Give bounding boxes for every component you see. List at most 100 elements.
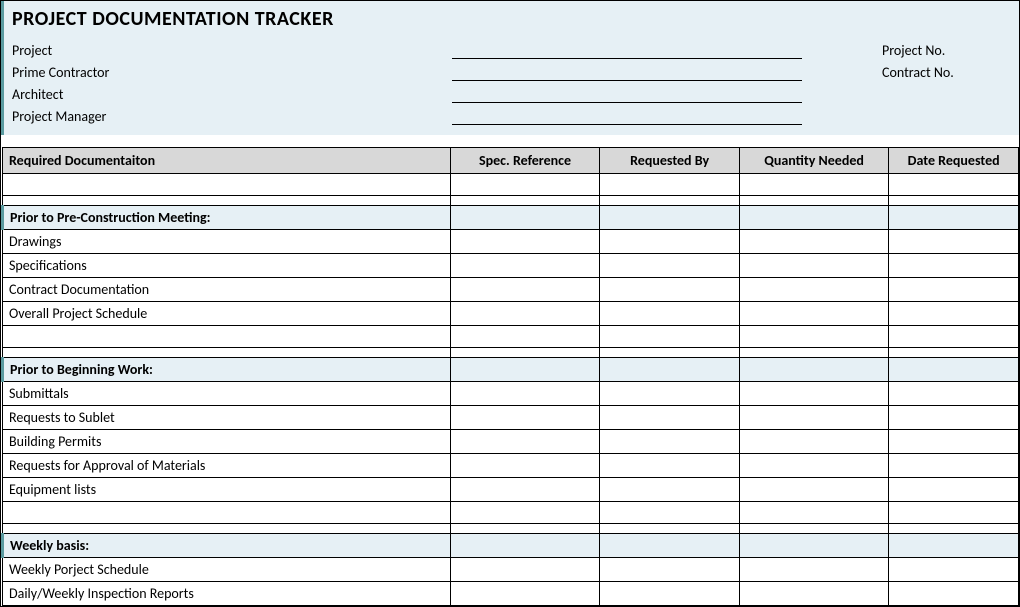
data-cell[interactable]	[739, 230, 888, 254]
documentation-table: Required Documentaiton Spec. Reference R…	[1, 147, 1019, 606]
section-header-row: Prior to Pre-Construction Meeting:	[3, 206, 1019, 230]
doc-name-cell[interactable]: Submittals	[3, 382, 451, 406]
data-cell[interactable]	[600, 430, 740, 454]
empty-cell[interactable]	[600, 174, 740, 196]
table-row: Requests for Approval of Materials	[3, 454, 1019, 478]
doc-name-cell[interactable]: Specifications	[3, 254, 451, 278]
section-header-cell	[739, 358, 888, 382]
data-cell[interactable]	[450, 582, 600, 606]
architect-input-line[interactable]	[452, 85, 802, 103]
data-cell[interactable]	[600, 254, 740, 278]
empty-cell[interactable]	[450, 502, 600, 524]
section-header-row: Prior to Beginning Work:	[3, 358, 1019, 382]
data-cell[interactable]	[600, 558, 740, 582]
section-header-cell	[889, 534, 1019, 558]
table-row	[3, 326, 1019, 348]
doc-name-cell[interactable]: Daily/Weekly Inspection Reports	[3, 582, 451, 606]
data-cell[interactable]	[450, 278, 600, 302]
data-cell[interactable]	[450, 454, 600, 478]
doc-name-cell[interactable]: Building Permits	[3, 430, 451, 454]
data-cell[interactable]	[450, 254, 600, 278]
empty-cell[interactable]	[739, 326, 888, 348]
data-cell[interactable]	[889, 302, 1019, 326]
data-cell[interactable]	[739, 454, 888, 478]
contractor-input-line[interactable]	[452, 63, 802, 81]
table-header-row: Required Documentaiton Spec. Reference R…	[3, 148, 1019, 174]
data-cell[interactable]	[450, 478, 600, 502]
data-cell[interactable]	[600, 454, 740, 478]
data-cell[interactable]	[889, 230, 1019, 254]
data-cell[interactable]	[889, 558, 1019, 582]
data-cell[interactable]	[889, 478, 1019, 502]
data-cell[interactable]	[739, 430, 888, 454]
data-cell[interactable]	[600, 278, 740, 302]
data-cell[interactable]	[739, 382, 888, 406]
table-row: Contract Documentation	[3, 278, 1019, 302]
data-cell[interactable]	[600, 230, 740, 254]
doc-name-cell[interactable]: Equipment lists	[3, 478, 451, 502]
data-cell[interactable]	[739, 558, 888, 582]
gap-row	[3, 524, 1019, 534]
empty-cell[interactable]	[889, 326, 1019, 348]
section-header-cell	[450, 206, 600, 230]
empty-cell[interactable]	[739, 174, 888, 196]
data-cell[interactable]	[739, 582, 888, 606]
col-header-reqby: Requested By	[600, 148, 740, 174]
empty-cell[interactable]	[3, 174, 451, 196]
page-title: PROJECT DOCUMENTATION TRACKER	[12, 7, 1011, 31]
empty-cell[interactable]	[889, 174, 1019, 196]
data-cell[interactable]	[889, 406, 1019, 430]
empty-cell[interactable]	[600, 502, 740, 524]
section-header-cell	[739, 206, 888, 230]
data-cell[interactable]	[600, 582, 740, 606]
doc-name-cell[interactable]: Weekly Porject Schedule	[3, 558, 451, 582]
empty-cell[interactable]	[889, 502, 1019, 524]
col-header-spec: Spec. Reference	[450, 148, 600, 174]
data-cell[interactable]	[739, 478, 888, 502]
data-cell[interactable]	[450, 230, 600, 254]
doc-name-cell[interactable]: Requests for Approval of Materials	[3, 454, 451, 478]
header-section: PROJECT DOCUMENTATION TRACKER Project Pr…	[1, 1, 1019, 135]
data-cell[interactable]	[739, 278, 888, 302]
project-label: Project	[12, 42, 452, 59]
data-cell[interactable]	[889, 582, 1019, 606]
data-cell[interactable]	[889, 430, 1019, 454]
empty-cell[interactable]	[450, 174, 600, 196]
data-cell[interactable]	[600, 302, 740, 326]
data-cell[interactable]	[889, 254, 1019, 278]
gap-row	[3, 196, 1019, 206]
empty-cell[interactable]	[450, 326, 600, 348]
doc-name-cell[interactable]: Drawings	[3, 230, 451, 254]
data-cell[interactable]	[889, 454, 1019, 478]
data-cell[interactable]	[450, 430, 600, 454]
empty-cell[interactable]	[3, 502, 451, 524]
empty-cell[interactable]	[3, 326, 451, 348]
header-row-contractor: Prime Contractor Contract No.	[12, 59, 1011, 81]
doc-name-cell[interactable]: Overall Project Schedule	[3, 302, 451, 326]
project-input-line[interactable]	[452, 41, 802, 59]
data-cell[interactable]	[600, 382, 740, 406]
data-cell[interactable]	[450, 406, 600, 430]
section-title: Prior to Pre-Construction Meeting:	[3, 206, 451, 230]
data-cell[interactable]	[450, 382, 600, 406]
prime-contractor-label: Prime Contractor	[12, 64, 452, 81]
table-row	[3, 502, 1019, 524]
data-cell[interactable]	[600, 406, 740, 430]
data-cell[interactable]	[889, 278, 1019, 302]
empty-cell[interactable]	[600, 326, 740, 348]
data-cell[interactable]	[739, 254, 888, 278]
data-cell[interactable]	[450, 558, 600, 582]
manager-input-line[interactable]	[452, 107, 802, 125]
data-cell[interactable]	[889, 382, 1019, 406]
data-cell[interactable]	[600, 478, 740, 502]
doc-name-cell[interactable]: Requests to Sublet	[3, 406, 451, 430]
col-header-qty: Quantity Needed	[739, 148, 888, 174]
section-title: Weekly basis:	[3, 534, 451, 558]
empty-cell[interactable]	[739, 502, 888, 524]
doc-name-cell[interactable]: Contract Documentation	[3, 278, 451, 302]
data-cell[interactable]	[739, 302, 888, 326]
data-cell[interactable]	[739, 406, 888, 430]
section-header-cell	[739, 534, 888, 558]
data-cell[interactable]	[450, 302, 600, 326]
section-header-row: Weekly basis:	[3, 534, 1019, 558]
